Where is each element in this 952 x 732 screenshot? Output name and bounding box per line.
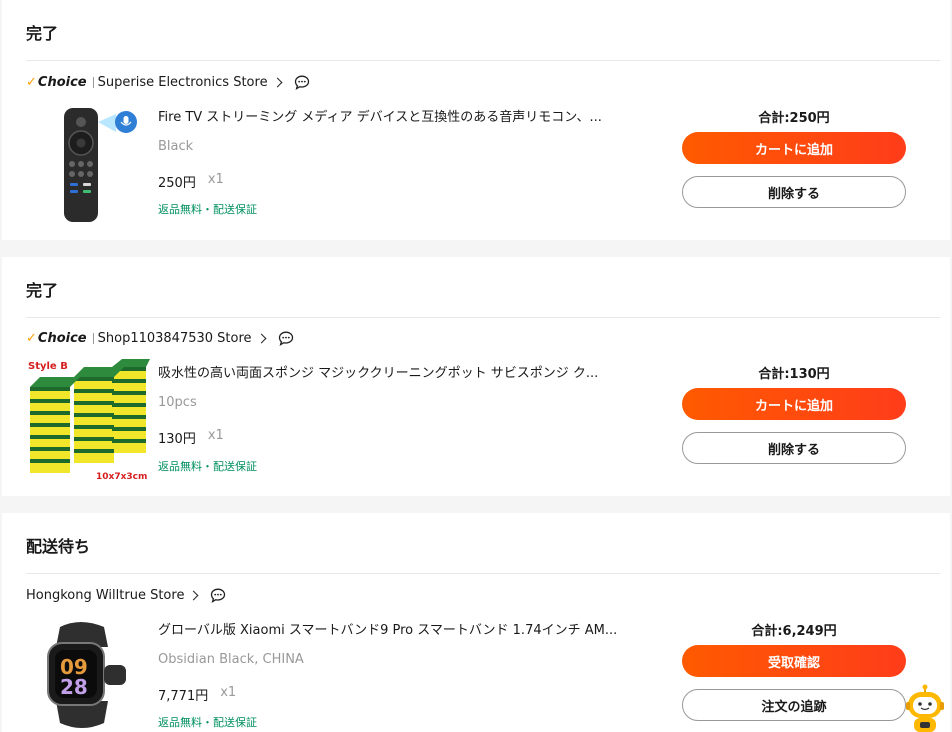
order-card-2: 完了 ✓ Choice Shop1103847530 Store Style B… — [2, 257, 950, 496]
free-return-badge: 返品無料・配送保証 — [158, 203, 257, 216]
free-return-badge: 返品無料・配送保証 — [158, 460, 257, 473]
order-status: 配送待ち — [26, 537, 91, 556]
track-order-button[interactable]: 注文の追跡 — [682, 689, 906, 721]
svg-text:28: 28 — [60, 675, 88, 699]
choice-logo: ✓ Choice — [26, 74, 87, 90]
add-to-cart-button[interactable]: カートに追加 — [682, 388, 906, 420]
price-line: 7,771円 x1 — [158, 685, 236, 704]
store-name[interactable]: Hongkong Willtrue Store — [26, 588, 184, 603]
price-line: 130円 x1 — [158, 428, 224, 447]
chat-icon[interactable] — [210, 588, 226, 603]
chevron-right-icon — [272, 77, 283, 87]
remote-control-icon[interactable] — [26, 104, 138, 224]
svg-text:Style B: Style B — [28, 361, 68, 372]
order-total: 合計:130円 — [758, 367, 830, 382]
smart-band-icon[interactable]: 09 28 — [26, 617, 138, 732]
item-quantity: x1 — [207, 172, 224, 187]
product-title[interactable]: Fire TV ストリーミング メディア デバイスと互換性のある音声リモコン、.… — [158, 106, 638, 125]
chat-icon[interactable] — [294, 75, 310, 90]
price-line: 250円 x1 — [158, 172, 224, 191]
chevron-right-icon — [188, 590, 199, 600]
product-variant: Black — [158, 139, 194, 154]
chevron-right-icon — [256, 333, 266, 343]
store-name[interactable]: Superise Electronics Store — [98, 75, 268, 90]
choice-separator — [92, 332, 94, 344]
add-to-cart-button[interactable]: カートに追加 — [682, 132, 906, 164]
sponge-stack-icon[interactable]: Style B 10x7x3cm — [26, 359, 150, 482]
order-total: 合計:250円 — [758, 111, 830, 126]
order-total: 合計:6,249円 — [751, 624, 837, 639]
confirm-receipt-button[interactable]: 受取確認 — [682, 645, 906, 677]
product-title[interactable]: グローバル版 Xiaomi スマートバンド9 Pro スマートバンド 1.74イ… — [158, 619, 638, 638]
item-price: 250円 — [158, 176, 196, 191]
store-name[interactable]: Shop1103847530 Store — [98, 331, 252, 346]
delete-button[interactable]: 削除する — [682, 432, 906, 464]
order-card-3: 配送待ち Hongkong Willtrue Store 09 28 グローバル… — [2, 513, 950, 732]
divider — [26, 573, 940, 574]
svg-text:10x7x3cm: 10x7x3cm — [96, 472, 147, 482]
divider — [26, 317, 940, 318]
order-status: 完了 — [26, 24, 59, 43]
free-return-badge: 返品無料・配送保証 — [158, 716, 257, 729]
item-quantity: x1 — [207, 428, 224, 443]
product-title[interactable]: 吸水性の高い両面スポンジ マジッククリーニングポット サビスポンジ ク... — [158, 362, 638, 381]
order-status: 完了 — [26, 281, 59, 300]
robot-assistant-icon[interactable] — [902, 684, 948, 732]
item-quantity: x1 — [220, 685, 237, 700]
choice-separator — [92, 76, 94, 88]
item-price: 7,771円 — [158, 689, 209, 704]
item-price: 130円 — [158, 432, 196, 447]
chat-icon[interactable] — [278, 331, 294, 346]
order-card-1: 完了 ✓ Choice Superise Electronics Store Fi… — [2, 0, 950, 240]
store-row[interactable]: Hongkong Willtrue Store — [26, 586, 226, 604]
store-row[interactable]: ✓ Choice Superise Electronics Store — [26, 73, 310, 91]
store-row[interactable]: ✓ Choice Shop1103847530 Store — [26, 329, 294, 347]
product-variant: 10pcs — [158, 395, 197, 410]
choice-logo: ✓ Choice — [26, 330, 87, 346]
delete-button[interactable]: 削除する — [682, 176, 906, 208]
divider — [26, 60, 940, 61]
product-variant: Obsidian Black, CHINA — [158, 652, 304, 667]
